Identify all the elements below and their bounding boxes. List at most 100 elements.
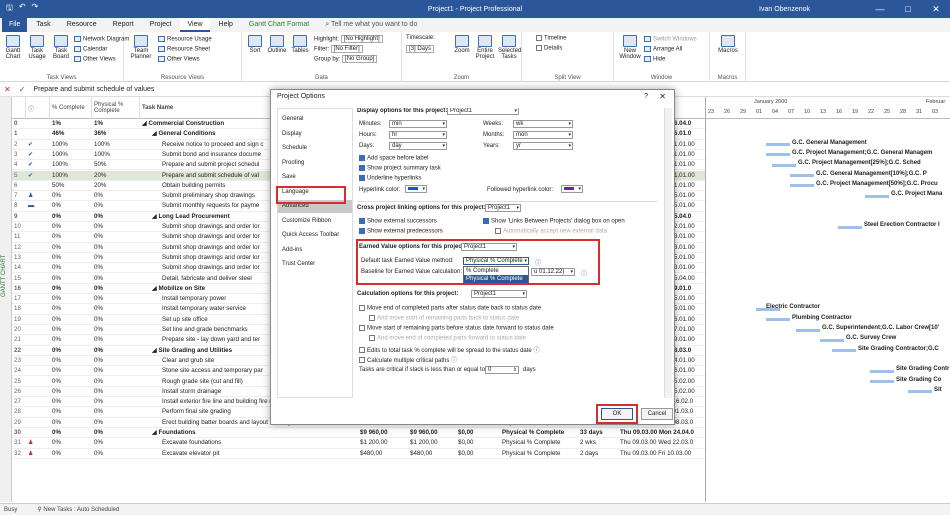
row-percent[interactable]: 0%: [52, 418, 92, 428]
tab-resource[interactable]: Resource: [60, 18, 104, 32]
row-percent[interactable]: 100%: [52, 160, 92, 170]
task-board-button[interactable]: Task Board: [50, 35, 72, 60]
network-diagram-button[interactable]: Network Diagram: [74, 36, 129, 43]
slack-stepper[interactable]: 0 ⇕: [485, 366, 519, 374]
tables-button[interactable]: Tables: [290, 35, 310, 54]
nav-item-save[interactable]: Save: [278, 171, 352, 184]
row-physical[interactable]: 0%: [94, 201, 140, 211]
months-select[interactable]: mon ▾: [513, 131, 573, 139]
followed-color-select[interactable]: ▾: [561, 185, 583, 193]
nav-item-proofing[interactable]: Proofing: [278, 157, 352, 170]
task-usage-button[interactable]: Task Usage: [26, 35, 48, 60]
gantt-bar[interactable]: [766, 143, 790, 147]
show-summary-checkbox[interactable]: Show project summary task: [359, 165, 441, 172]
row-physical[interactable]: 0%: [94, 325, 140, 335]
switch-windows-button[interactable]: Switch Windows: [644, 36, 697, 43]
row-percent[interactable]: 0%: [52, 284, 92, 294]
row-physical[interactable]: 0%: [94, 274, 140, 284]
cancel-entry-icon[interactable]: ✕: [0, 85, 15, 94]
row-percent[interactable]: 0%: [52, 335, 92, 345]
row-percent[interactable]: 0%: [52, 243, 92, 253]
other-task-views-button[interactable]: Other Views: [74, 56, 116, 63]
tab-project[interactable]: Project: [143, 18, 179, 32]
filter-select[interactable]: Filter: [No Filter]: [314, 45, 363, 53]
row-physical[interactable]: 0%: [94, 397, 140, 407]
gantt-chart-button[interactable]: Gantt Chart: [2, 35, 24, 60]
calc-option-2[interactable]: And move start of remaining parts back t…: [369, 315, 519, 322]
tab-gantt-format[interactable]: Gantt Chart Format: [242, 18, 316, 32]
row-percent[interactable]: 0%: [52, 253, 92, 263]
highlight-select[interactable]: Highlight: [No Highlight]: [314, 35, 383, 43]
tab-help[interactable]: Help: [212, 18, 240, 32]
row-physical[interactable]: 20%: [94, 171, 140, 181]
sort-button[interactable]: Sort: [246, 35, 264, 54]
nav-item-customize-ribbon[interactable]: Customize Ribbon: [278, 215, 352, 228]
row-percent[interactable]: 46%: [52, 129, 92, 139]
show-ext-successors-checkbox[interactable]: Show external successors: [359, 218, 437, 225]
row-physical[interactable]: 20%: [94, 181, 140, 191]
row-percent[interactable]: 0%: [52, 356, 92, 366]
hyperlink-color-select[interactable]: ▾: [405, 185, 427, 193]
row-task-name[interactable]: Excavate elevator pit: [162, 449, 358, 459]
entry-input[interactable]: Prepare and submit schedule of values: [29, 86, 154, 93]
gantt-bar[interactable]: [870, 369, 894, 373]
row-percent[interactable]: 0%: [52, 201, 92, 211]
tab-task[interactable]: Task: [29, 18, 57, 32]
row-physical[interactable]: 0%: [94, 356, 140, 366]
row-duration[interactable]: 2 wks: [580, 438, 620, 448]
restore-button[interactable]: □: [894, 0, 922, 18]
header-percent-complete[interactable]: % Complete: [50, 97, 92, 119]
zoom-button[interactable]: Zoom: [452, 35, 472, 54]
nav-item-display[interactable]: Display: [278, 128, 352, 141]
calc-option-1[interactable]: Move end of completed parts after status…: [359, 305, 541, 312]
close-button[interactable]: ✕: [922, 0, 950, 18]
row-physical[interactable]: 0%: [94, 407, 140, 417]
row-physical[interactable]: 0%: [94, 212, 140, 222]
header-id[interactable]: [12, 97, 26, 119]
timeline-checkbox[interactable]: Timeline: [536, 35, 566, 42]
resource-sheet-button[interactable]: Resource Sheet: [158, 46, 210, 53]
row-percent[interactable]: 0%: [52, 438, 92, 448]
gantt-bar[interactable]: [766, 318, 790, 322]
calc-option-3[interactable]: Move start of remaining parts before sta…: [359, 325, 554, 332]
table-row[interactable]: 31 ♟ 0% 0% Excavate foundations $1 200,00 $1 2…: [12, 438, 705, 449]
row-percent[interactable]: 0%: [52, 325, 92, 335]
entire-project-button[interactable]: Entire Project: [474, 35, 496, 60]
nav-item-quick-access-toolbar[interactable]: Quick Access Toolbar: [278, 229, 352, 242]
close-icon[interactable]: ✕: [659, 92, 666, 101]
row-physical[interactable]: 0%: [94, 335, 140, 345]
row-percent[interactable]: 0%: [52, 294, 92, 304]
row-percent[interactable]: 0%: [52, 387, 92, 397]
outline-button[interactable]: Outline: [266, 35, 288, 54]
nav-item-trust-center[interactable]: Trust Center: [278, 258, 352, 271]
add-space-checkbox[interactable]: Add space before label: [359, 155, 428, 162]
cross-project-select[interactable]: Project1 ▾: [485, 204, 521, 212]
timescale-select[interactable]: [3] Days: [406, 45, 435, 53]
nav-item-general[interactable]: General: [278, 113, 352, 126]
row-physical[interactable]: 0%: [94, 438, 140, 448]
row-percent[interactable]: 0%: [52, 191, 92, 201]
gantt-bar[interactable]: [820, 338, 844, 342]
row-percent[interactable]: 0%: [52, 346, 92, 356]
row-percent[interactable]: 100%: [52, 171, 92, 181]
calc-project-select[interactable]: Project1 ▾: [471, 290, 527, 298]
gantt-bar[interactable]: [790, 184, 814, 188]
gantt-bar[interactable]: [766, 153, 790, 157]
gantt-bar[interactable]: [832, 349, 856, 353]
row-percent[interactable]: 1%: [52, 119, 92, 129]
tab-view[interactable]: View: [180, 18, 210, 32]
row-physical[interactable]: 0%: [94, 315, 140, 325]
row-percent[interactable]: 0%: [52, 428, 92, 438]
row-percent[interactable]: 0%: [52, 274, 92, 284]
row-physical[interactable]: 0%: [94, 387, 140, 397]
hours-select[interactable]: hr ▾: [389, 131, 447, 139]
row-physical[interactable]: 0%: [94, 191, 140, 201]
row-percent[interactable]: 0%: [52, 263, 92, 273]
years-select[interactable]: yr ▾: [513, 142, 573, 150]
row-percent[interactable]: 100%: [52, 150, 92, 160]
hide-button[interactable]: Hide: [644, 56, 665, 63]
gantt-bar[interactable]: [865, 194, 889, 198]
macros-button[interactable]: Macros: [714, 35, 742, 54]
selected-tasks-button[interactable]: Selected Tasks: [498, 35, 521, 60]
row-percent[interactable]: 0%: [52, 315, 92, 325]
